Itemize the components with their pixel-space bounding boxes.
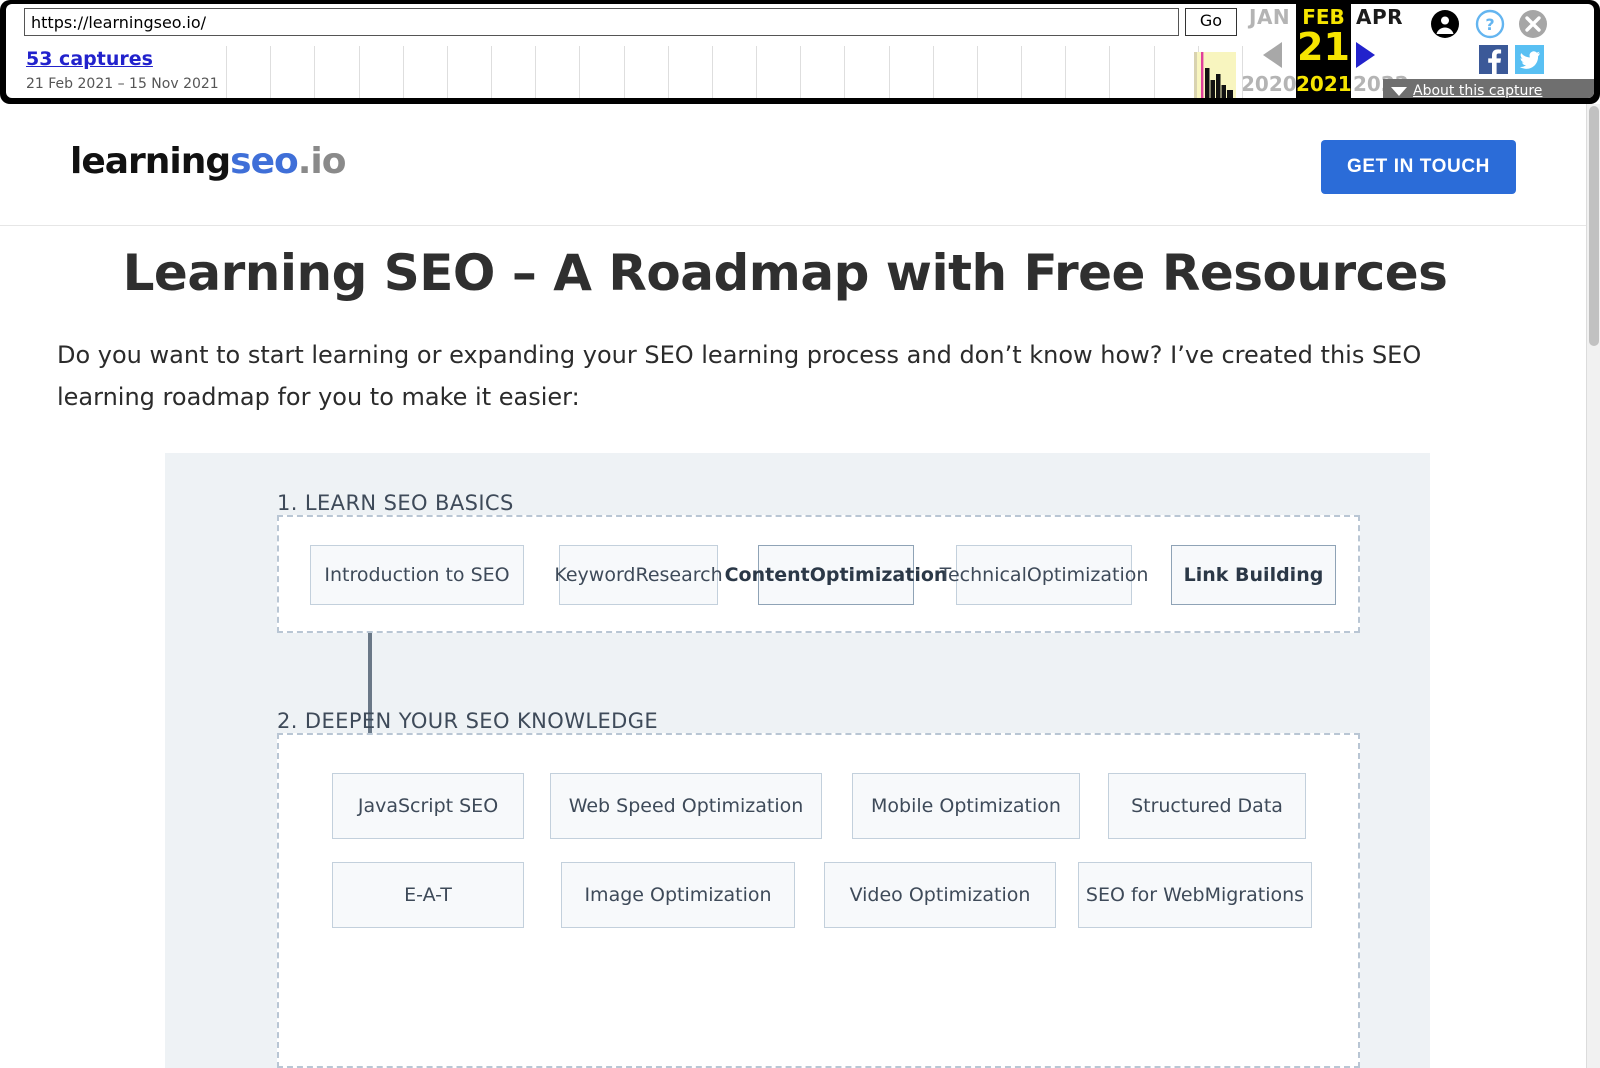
- timeline-tick: [1021, 46, 1022, 98]
- timeline-tick: [1065, 46, 1066, 98]
- timeline-tick: [270, 46, 271, 98]
- logo-part-seo: seo: [230, 141, 298, 182]
- timeline-tick: [447, 46, 448, 98]
- timeline-tick: [535, 46, 536, 98]
- section-1-title: 1. LEARN SEO BASICS: [277, 491, 514, 515]
- node-technical-optimization[interactable]: TechnicalOptimization: [956, 545, 1132, 605]
- seo-roadmap-diagram: 1. LEARN SEO BASICS Introduction to SEO …: [165, 453, 1430, 1068]
- node-mobile-optimization[interactable]: Mobile Optimization: [852, 773, 1080, 839]
- timeline-tick: [579, 46, 580, 98]
- timeline-tick: [712, 46, 713, 98]
- about-this-capture-label: About this capture: [1413, 83, 1542, 98]
- svg-text:?: ?: [1485, 15, 1494, 34]
- node-keyword-research[interactable]: KeywordResearch: [559, 545, 718, 605]
- node-image-optimization[interactable]: Image Optimization: [561, 862, 795, 928]
- captures-count-link[interactable]: 53 captures: [26, 48, 153, 70]
- node-introduction-to-seo[interactable]: Introduction to SEO: [310, 545, 524, 605]
- timeline-tick: [889, 46, 890, 98]
- url-input[interactable]: [24, 8, 1179, 36]
- node-label-line: Optimization: [810, 562, 948, 588]
- site-header: learningseo.io GET IN TOUCH: [0, 104, 1600, 226]
- go-button[interactable]: Go: [1185, 8, 1237, 36]
- wayback-toolbar-inner: Go JAN APR 2020 2022 FEB 21 2021 ?: [6, 4, 1594, 98]
- timeline-tick: [226, 46, 227, 98]
- facebook-icon[interactable]: [1479, 45, 1508, 74]
- node-label-line: Migrations: [1205, 882, 1304, 908]
- node-structured-data[interactable]: Structured Data: [1108, 773, 1306, 839]
- timeline-tick: [668, 46, 669, 98]
- timeline-tick: [491, 46, 492, 98]
- twitter-icon[interactable]: [1515, 45, 1544, 74]
- wayback-machine-toolbar: Go JAN APR 2020 2022 FEB 21 2021 ?: [0, 0, 1600, 104]
- node-web-speed-optimization[interactable]: Web Speed Optimization: [550, 773, 822, 839]
- next-capture-arrow-icon[interactable]: [1356, 42, 1375, 68]
- node-label-line: Research: [636, 562, 723, 588]
- timeline-tick: [1109, 46, 1110, 98]
- logo-part-learning: learning: [70, 141, 230, 182]
- timeline-tick: [1154, 46, 1155, 98]
- timeline-tick: [1242, 46, 1243, 98]
- captures-date-range: 21 Feb 2021 – 15 Nov 2021: [26, 76, 219, 92]
- timeline-tick: [403, 46, 404, 98]
- get-in-touch-button[interactable]: GET IN TOUCH: [1321, 140, 1516, 194]
- timeline-tick: [359, 46, 360, 98]
- current-capture-date: FEB 21 2021: [1296, 4, 1351, 98]
- current-year-label: 2021: [1296, 72, 1351, 96]
- intro-paragraph: Do you want to start learning or expandi…: [57, 334, 1427, 418]
- node-label-line: Technical: [940, 562, 1027, 588]
- month-prev-label[interactable]: JAN: [1249, 5, 1290, 29]
- site-logo[interactable]: learningseo.io: [70, 141, 346, 182]
- about-this-capture-button[interactable]: About this capture: [1383, 79, 1594, 98]
- capture-timeline[interactable]: [226, 46, 1286, 98]
- timeline-tick: [624, 46, 625, 98]
- archived-page-viewport: learningseo.io GET IN TOUCH Learning SEO…: [0, 104, 1600, 1068]
- node-video-optimization[interactable]: Video Optimization: [824, 862, 1056, 928]
- timeline-tick: [933, 46, 934, 98]
- node-eat[interactable]: E-A-T: [332, 862, 524, 928]
- month-next-label[interactable]: APR: [1356, 5, 1403, 29]
- timeline-tick: [314, 46, 315, 98]
- node-label-line: Keyword: [554, 562, 635, 588]
- node-link-building[interactable]: Link Building: [1171, 545, 1336, 605]
- node-seo-for-web-migrations[interactable]: SEO for WebMigrations: [1078, 862, 1312, 928]
- node-label-line: Content: [725, 562, 810, 588]
- page-title: Learning SEO – A Roadmap with Free Resou…: [0, 244, 1570, 302]
- section-2-title: 2. DEEPEN YOUR SEO KNOWLEDGE: [277, 709, 658, 733]
- close-x-icon[interactable]: [1518, 9, 1548, 44]
- node-label-line: Optimization: [1027, 562, 1149, 588]
- logo-part-io: .io: [298, 141, 346, 182]
- user-account-icon[interactable]: [1430, 9, 1460, 44]
- timeline-tick: [977, 46, 978, 98]
- current-day-label: 21: [1296, 26, 1351, 68]
- timeline-tick: [844, 46, 845, 98]
- timeline-tick: [800, 46, 801, 98]
- capture-histogram[interactable]: [1194, 52, 1236, 98]
- node-content-optimization[interactable]: ContentOptimization: [758, 545, 914, 605]
- chevron-down-icon: [1391, 87, 1407, 96]
- timeline-tick: [756, 46, 757, 98]
- page-scrollbar-thumb[interactable]: [1589, 106, 1599, 346]
- node-javascript-seo[interactable]: JavaScript SEO: [332, 773, 524, 839]
- help-question-icon[interactable]: ?: [1475, 9, 1505, 44]
- page-scrollbar-track[interactable]: [1586, 104, 1600, 1068]
- node-label-line: SEO for Web: [1086, 882, 1205, 908]
